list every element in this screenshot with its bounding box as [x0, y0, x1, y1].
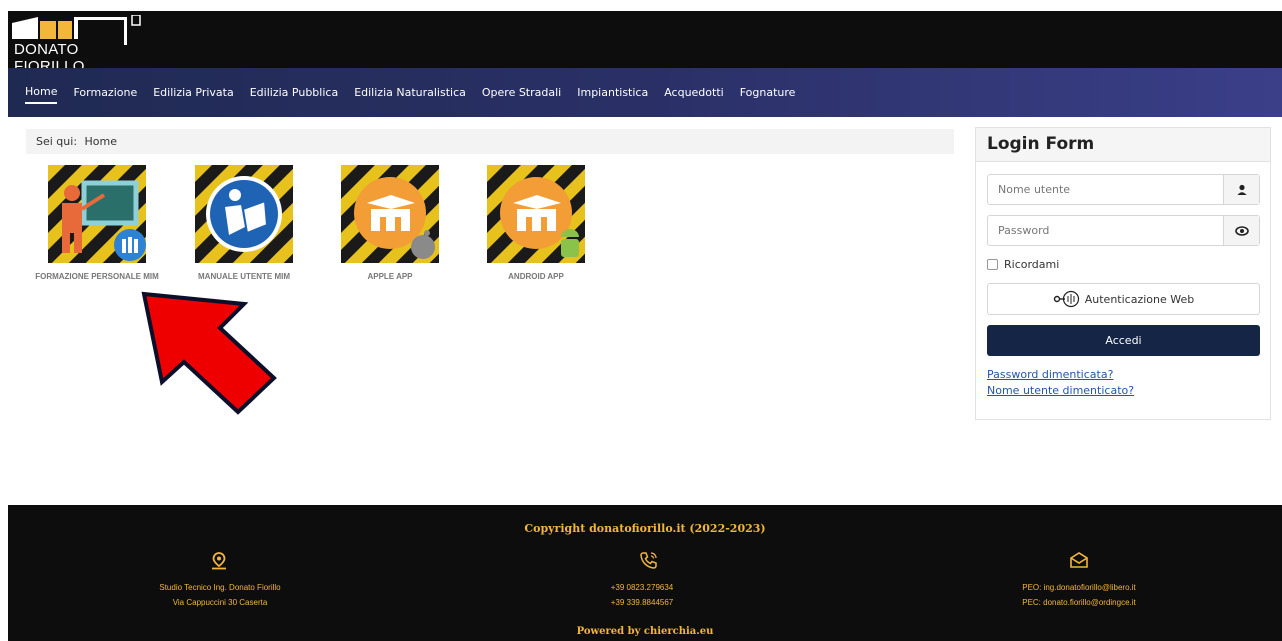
tile-android-app[interactable] [487, 165, 585, 263]
username-addon [1223, 175, 1259, 204]
login-form: Login Form Ricordami [975, 127, 1271, 420]
nav-item-edilizia-privata[interactable]: Edilizia Privata [153, 82, 234, 103]
manual-icon [195, 165, 293, 263]
nav-item-acquedotti[interactable]: Acquedotti [664, 82, 724, 103]
nav-item-home[interactable]: Home [25, 81, 58, 104]
moodle-android-icon [487, 165, 585, 263]
footer-copyright: Copyright donatofiorillo.it (2022-2023) [524, 522, 766, 535]
nav-item-opere-stradali[interactable]: Opere Stradali [482, 82, 561, 103]
tile-label-android[interactable]: ANDROID APP [487, 272, 585, 281]
breadcrumb: Sei qui: Home [26, 129, 954, 154]
forgot-username-link[interactable]: Nome utente dimenticato? [987, 384, 1134, 397]
web-authentication-button[interactable]: Autenticazione Web [987, 283, 1260, 315]
tile-formazione-personale[interactable] [48, 165, 146, 263]
red-arrow-annotation [141, 291, 277, 415]
remember-me[interactable]: Ricordami [987, 258, 1059, 271]
phone-icon [640, 552, 657, 569]
site-footer: Copyright donatofiorillo.it (2022-2023) … [8, 505, 1282, 641]
footer-phone-1: +39 0823.279634 [610, 583, 674, 592]
tile-apple-app[interactable] [341, 165, 439, 263]
username-input[interactable] [988, 175, 1223, 204]
footer-pec[interactable]: PEC: donato.fiorillo@ordingce.it [974, 596, 1184, 609]
username-field[interactable] [987, 174, 1260, 205]
nav-item-edilizia-pubblica[interactable]: Edilizia Pubblica [250, 82, 338, 103]
nav-item-edilizia-naturalistica[interactable]: Edilizia Naturalistica [354, 82, 466, 103]
nav-item-formazione[interactable]: Formazione [73, 82, 137, 103]
footer-peo[interactable]: PEO: ing.donatofiorillo@libero.it [974, 581, 1184, 594]
login-submit-button[interactable]: Accedi [987, 325, 1260, 356]
tile-label-formazione[interactable]: FORMAZIONE PERSONALE MIM [26, 272, 168, 281]
tile-label-apple[interactable]: APPLE APP [341, 272, 439, 281]
breadcrumb-prefix: Sei qui: [36, 135, 78, 148]
training-icon [48, 165, 146, 263]
nav-item-fognature[interactable]: Fognature [740, 82, 796, 103]
moodle-apple-icon [341, 165, 439, 263]
password-input[interactable] [988, 216, 1223, 245]
login-title: Login Form [976, 128, 1270, 162]
show-password-button[interactable] [1223, 216, 1259, 245]
footer-phone-2: +39 339.8844567 [610, 598, 674, 607]
footer-address-line-1: Studio Tecnico Ing. Donato Fiorillo [159, 583, 281, 592]
eye-icon [1234, 225, 1249, 236]
remember-checkbox[interactable] [987, 259, 998, 270]
remember-label: Ricordami [1004, 258, 1060, 271]
passkey-icon [1053, 290, 1079, 308]
location-icon [212, 552, 226, 570]
site-header: DONATO FIORILLO [8, 11, 1282, 75]
site-logo[interactable]: DONATO FIORILLO [12, 14, 152, 75]
password-field[interactable] [987, 215, 1260, 246]
footer-address-line-2: Via Cappuccini 30 Caserta [172, 598, 268, 607]
mail-icon [1070, 552, 1088, 568]
tile-manuale-utente[interactable] [195, 165, 293, 263]
web-authentication-label: Autenticazione Web [1084, 292, 1195, 306]
main-navigation: Home Formazione Edilizia Privata Edilizi… [8, 68, 1282, 117]
user-icon [1237, 184, 1246, 195]
nav-item-impiantistica[interactable]: Impiantistica [577, 82, 648, 103]
footer-powered-by[interactable]: Powered by chierchia.eu [8, 625, 1282, 638]
breadcrumb-current: Home [84, 135, 118, 148]
tile-label-manuale[interactable]: MANUALE UTENTE MIM [186, 272, 302, 281]
forgot-password-link[interactable]: Password dimenticata? [987, 368, 1113, 381]
